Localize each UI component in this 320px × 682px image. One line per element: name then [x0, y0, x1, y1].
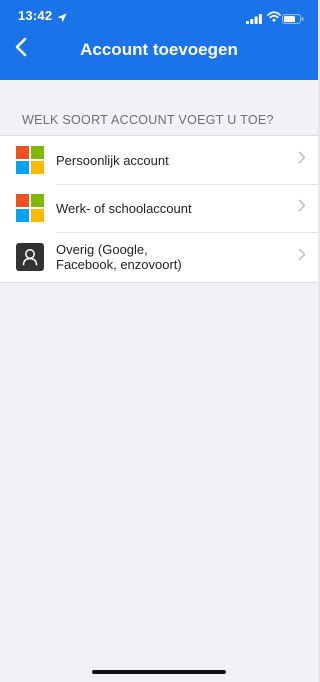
- chevron-right-icon: [298, 248, 306, 266]
- page-title: Account toevoegen: [80, 40, 238, 59]
- personal-account-option[interactable]: Persoonlijk account: [0, 136, 318, 184]
- option-label: Overig (Google, Facebook, enzovoort): [56, 242, 298, 272]
- microsoft-logo-icon: [16, 194, 44, 222]
- work-school-account-option[interactable]: Werk- of schoolaccount: [0, 184, 318, 232]
- wifi-icon: [267, 9, 281, 27]
- battery-icon: [282, 11, 304, 29]
- option-label: Persoonlijk account: [56, 152, 169, 168]
- home-indicator[interactable]: [92, 670, 226, 674]
- navigation-bar: Account toevoegen: [0, 30, 318, 80]
- person-icon: [16, 243, 44, 271]
- header-bar: 13:42 Account toevoegen: [0, 0, 318, 80]
- other-account-option[interactable]: Overig (Google, Facebook, enzovoort): [0, 232, 318, 282]
- option-label-line1: Overig (Google,: [56, 242, 148, 257]
- status-time: 13:42: [18, 8, 53, 23]
- location-arrow-icon: [57, 10, 67, 28]
- option-label: Werk- of schoolaccount: [56, 200, 192, 216]
- section-header: WELK SOORT ACCOUNT VOEGT U TOE?: [22, 113, 274, 127]
- status-bar: 13:42: [0, 0, 318, 30]
- chevron-right-icon: [298, 199, 306, 217]
- app-screen: 13:42 Account toevoegen WELK SOORT ACCOU…: [0, 0, 318, 682]
- option-label-line2: Facebook, enzovoort): [56, 257, 182, 272]
- account-type-list: Persoonlijk account Werk- of schoolaccou…: [0, 135, 318, 283]
- cell-signal-icon: [246, 11, 262, 29]
- chevron-right-icon: [298, 151, 306, 169]
- microsoft-logo-icon: [16, 146, 44, 174]
